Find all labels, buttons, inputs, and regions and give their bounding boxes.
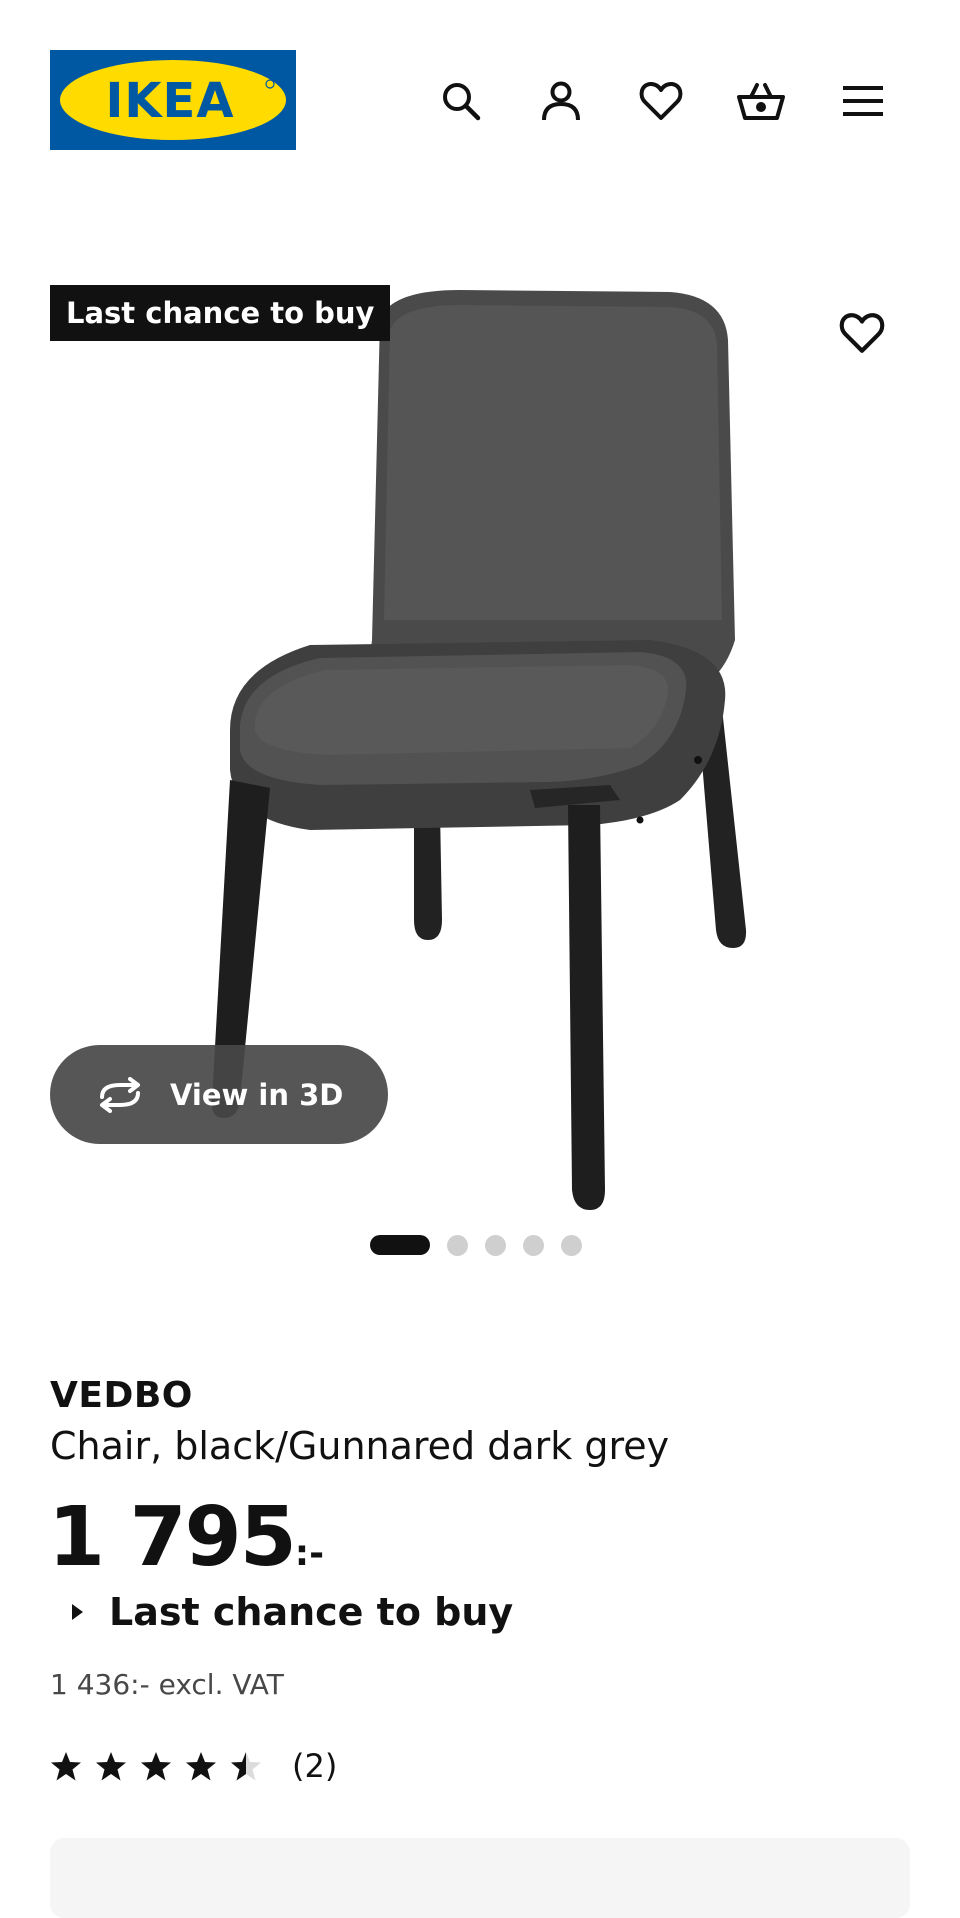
view-in-3d-button[interactable]: View in 3D xyxy=(50,1045,388,1144)
star-full-icon xyxy=(96,1751,126,1780)
add-to-favourites-button[interactable] xyxy=(838,310,886,358)
search-icon xyxy=(443,83,481,121)
account-button[interactable] xyxy=(536,76,586,126)
menu-button[interactable] xyxy=(838,76,888,126)
product-description: Chair, black/Gunnared dark grey xyxy=(50,1424,670,1468)
review-count: (2) xyxy=(292,1747,338,1785)
basket-button[interactable] xyxy=(736,76,786,126)
ikea-logo[interactable]: IKEA xyxy=(50,50,296,150)
rating-stars xyxy=(50,1751,262,1782)
heart-icon xyxy=(839,313,885,353)
carousel-dot[interactable] xyxy=(561,1234,582,1256)
last-chance-badge: Last chance to buy xyxy=(50,285,391,341)
ikea-logo-text: IKEA xyxy=(106,73,235,129)
product-price: 1 795:- xyxy=(48,1490,324,1601)
view-in-3d-label: View in 3D xyxy=(170,1077,344,1112)
carousel-dot[interactable] xyxy=(485,1234,506,1256)
carousel-dot[interactable] xyxy=(370,1235,430,1255)
star-half-icon xyxy=(231,1751,261,1780)
price-suffix: :- xyxy=(294,1533,325,1574)
star-full-icon xyxy=(186,1751,216,1780)
carousel-dot[interactable] xyxy=(447,1234,468,1256)
search-button[interactable] xyxy=(436,76,486,126)
price-excl-vat: 1 436:- excl. VAT xyxy=(50,1668,284,1701)
user-icon xyxy=(542,81,580,121)
star-full-icon xyxy=(51,1751,81,1780)
carousel-pagination xyxy=(370,1234,582,1256)
basket-icon xyxy=(737,83,785,120)
price-main: 1 795 xyxy=(48,1490,297,1585)
caret-right-icon xyxy=(72,1604,83,1620)
rotate-3d-icon xyxy=(94,1076,146,1113)
availability-label: Last chance to buy xyxy=(109,1590,514,1634)
menu-icon xyxy=(843,86,883,116)
purchase-options-card xyxy=(50,1838,910,1918)
product-rating[interactable]: (2) xyxy=(50,1747,337,1785)
availability-toggle[interactable]: Last chance to buy xyxy=(72,1590,513,1634)
product-media-carousel[interactable]: Last chance to buy View in 3D xyxy=(0,230,960,1256)
star-full-icon xyxy=(141,1751,171,1780)
carousel-dot[interactable] xyxy=(523,1234,544,1256)
favourites-button[interactable] xyxy=(636,76,686,126)
site-header: IKEA xyxy=(0,0,960,200)
heart-icon xyxy=(639,81,683,120)
product-name: VEDBO xyxy=(50,1375,193,1416)
